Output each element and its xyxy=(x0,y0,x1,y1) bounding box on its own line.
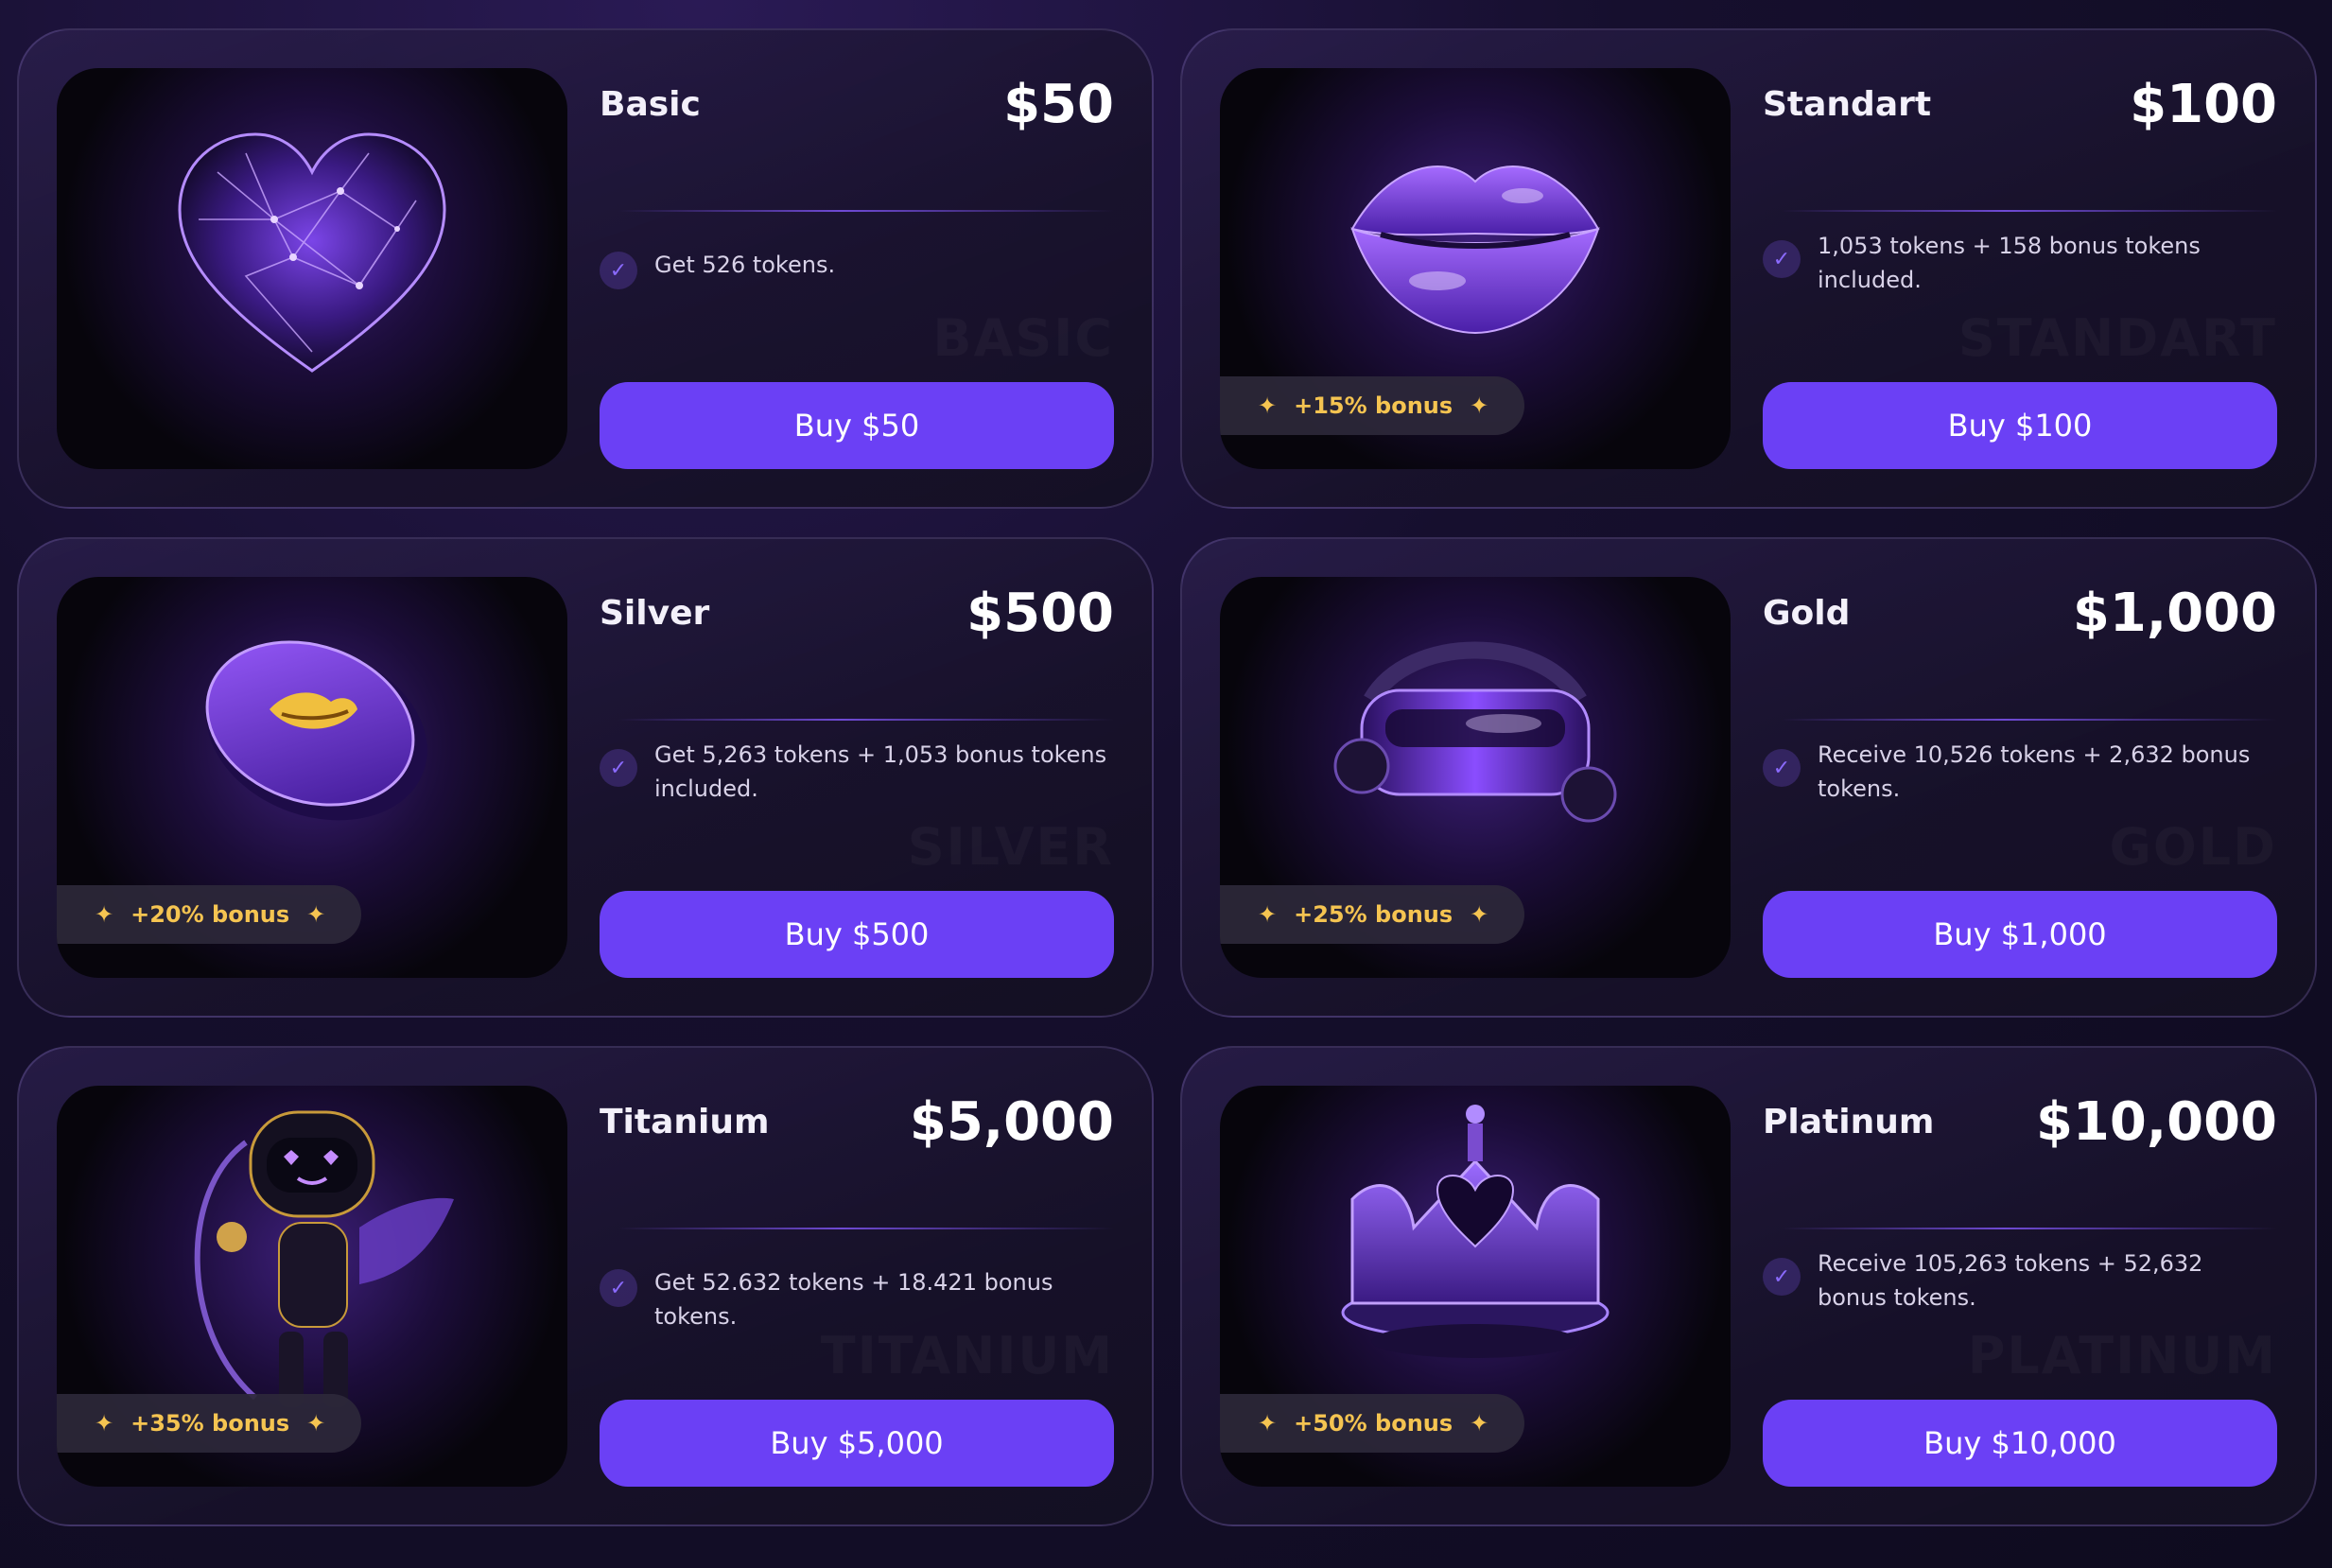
buy-button-standart[interactable]: Buy $100 xyxy=(1763,382,2277,469)
check-icon: ✓ xyxy=(600,749,637,787)
plan-title: Gold xyxy=(1763,594,1851,633)
buy-button-platinum[interactable]: Buy $10,000 xyxy=(1763,1400,2277,1487)
plan-title: Standart xyxy=(1763,85,1932,124)
bonus-label: +15% bonus xyxy=(1294,392,1453,419)
plan-image: ✦ +50% bonus ✦ xyxy=(1220,1086,1731,1487)
divider xyxy=(1782,210,2277,212)
plan-info: Gold $1,000 ✓ Receive 10,526 tokens + 2,… xyxy=(1763,577,2277,978)
bonus-badge: ✦ +20% bonus ✦ xyxy=(57,885,362,944)
feature-text: Get 526 tokens. xyxy=(654,252,836,278)
check-icon: ✓ xyxy=(1763,749,1801,787)
buy-button-titanium[interactable]: Buy $5,000 xyxy=(600,1400,1114,1487)
plan-price: $1,000 xyxy=(2072,583,2277,644)
bonus-badge: ✦ +25% bonus ✦ xyxy=(1220,885,1525,944)
feature-text: 1,053 tokens + 158 bonus tokens included… xyxy=(1818,233,2201,293)
plan-feature: ✓ 1,053 tokens + 158 bonus tokens includ… xyxy=(1763,225,2277,297)
bonus-label: +35% bonus xyxy=(131,1410,290,1437)
plan-title: Platinum xyxy=(1763,1103,1935,1141)
bonus-label: +50% bonus xyxy=(1294,1410,1453,1437)
sparkle-icon: ✦ xyxy=(95,901,114,928)
plan-watermark: GOLD xyxy=(2110,817,2277,877)
plan-watermark: PLATINUM xyxy=(1968,1326,2277,1385)
plan-card-basic: Basic $50 ✓ Get 526 tokens. BASIC Buy $5… xyxy=(17,28,1154,509)
sparkle-icon: ✦ xyxy=(1470,901,1489,928)
sparkle-icon: ✦ xyxy=(1470,1410,1489,1437)
plan-image: ✦ +35% bonus ✦ xyxy=(57,1086,567,1487)
plan-price: $10,000 xyxy=(2035,1091,2277,1153)
pricing-grid: Basic $50 ✓ Get 526 tokens. BASIC Buy $5… xyxy=(17,28,2317,1526)
plan-card-platinum: ✦ +50% bonus ✦ Platinum $10,000 ✓ Receiv… xyxy=(1180,1046,2317,1526)
plan-price: $5,000 xyxy=(909,1091,1114,1153)
plan-feature: ✓ Receive 10,526 tokens + 2,632 bonus to… xyxy=(1763,734,2277,806)
plan-card-silver: ✦ +20% bonus ✦ Silver $500 ✓ Get 5,263 t… xyxy=(17,537,1154,1018)
plan-image: ✦ +20% bonus ✦ xyxy=(57,577,567,978)
divider xyxy=(618,1228,1114,1229)
plan-image xyxy=(57,68,567,469)
sparkle-icon: ✦ xyxy=(306,901,326,928)
divider xyxy=(1782,1228,2277,1229)
plan-feature: ✓ Get 52.632 tokens + 18.421 bonus token… xyxy=(600,1262,1114,1333)
buy-button-basic[interactable]: Buy $50 xyxy=(600,382,1114,469)
plan-info: Silver $500 ✓ Get 5,263 tokens + 1,053 b… xyxy=(600,577,1114,978)
plan-watermark: STANDART xyxy=(1958,308,2277,368)
plan-watermark: SILVER xyxy=(908,817,1114,877)
divider xyxy=(1782,719,2277,721)
plan-title: Silver xyxy=(600,594,710,633)
plan-feature: ✓ Receive 105,263 tokens + 52,632 bonus … xyxy=(1763,1243,2277,1315)
bonus-label: +20% bonus xyxy=(131,901,290,928)
plan-watermark: TITANIUM xyxy=(821,1326,1114,1385)
check-icon: ✓ xyxy=(600,1269,637,1307)
plan-image: ✦ +25% bonus ✦ xyxy=(1220,577,1731,978)
bonus-badge: ✦ +35% bonus ✦ xyxy=(57,1394,362,1453)
plan-info: Basic $50 ✓ Get 526 tokens. BASIC Buy $5… xyxy=(600,68,1114,469)
plan-card-titanium: ✦ +35% bonus ✦ Titanium $5,000 ✓ Get 52.… xyxy=(17,1046,1154,1526)
plan-image: ✦ +15% bonus ✦ xyxy=(1220,68,1731,469)
feature-text: Receive 10,526 tokens + 2,632 bonus toke… xyxy=(1818,741,2251,802)
plan-info: Standart $100 ✓ 1,053 tokens + 158 bonus… xyxy=(1763,68,2277,469)
divider xyxy=(618,719,1114,721)
feature-text: Get 5,263 tokens + 1,053 bonus tokens in… xyxy=(654,741,1107,802)
buy-button-gold[interactable]: Buy $1,000 xyxy=(1763,891,2277,978)
check-icon: ✓ xyxy=(600,252,637,289)
crystal-heart-icon xyxy=(178,132,446,373)
bonus-label: +25% bonus xyxy=(1294,901,1453,928)
sparkle-icon: ✦ xyxy=(1258,1410,1278,1437)
plan-feature: ✓ Get 526 tokens. xyxy=(600,244,1114,289)
plan-price: $100 xyxy=(2130,74,2277,135)
bonus-badge: ✦ +50% bonus ✦ xyxy=(1220,1394,1525,1453)
check-icon: ✓ xyxy=(1763,240,1801,278)
feature-text: Receive 105,263 tokens + 52,632 bonus to… xyxy=(1818,1250,2203,1311)
sparkle-icon: ✦ xyxy=(1470,392,1489,419)
plan-card-gold: ✦ +25% bonus ✦ Gold $1,000 ✓ Receive 10,… xyxy=(1180,537,2317,1018)
plan-watermark: BASIC xyxy=(932,308,1114,368)
divider xyxy=(618,210,1114,212)
plan-price: $50 xyxy=(1003,74,1114,135)
plan-title: Basic xyxy=(600,85,701,124)
buy-button-silver[interactable]: Buy $500 xyxy=(600,891,1114,978)
plan-info: Titanium $5,000 ✓ Get 52.632 tokens + 18… xyxy=(600,1086,1114,1487)
feature-text: Get 52.632 tokens + 18.421 bonus tokens. xyxy=(654,1269,1053,1330)
sparkle-icon: ✦ xyxy=(306,1410,326,1437)
bonus-badge: ✦ +15% bonus ✦ xyxy=(1220,376,1525,435)
plan-title: Titanium xyxy=(600,1103,770,1141)
sparkle-icon: ✦ xyxy=(1258,392,1278,419)
sparkle-icon: ✦ xyxy=(95,1410,114,1437)
plan-price: $500 xyxy=(966,583,1114,644)
plan-card-standart: ✦ +15% bonus ✦ Standart $100 ✓ 1,053 tok… xyxy=(1180,28,2317,509)
plan-feature: ✓ Get 5,263 tokens + 1,053 bonus tokens … xyxy=(600,734,1114,806)
sparkle-icon: ✦ xyxy=(1258,901,1278,928)
plan-info: Platinum $10,000 ✓ Receive 105,263 token… xyxy=(1763,1086,2277,1487)
check-icon: ✓ xyxy=(1763,1258,1801,1296)
